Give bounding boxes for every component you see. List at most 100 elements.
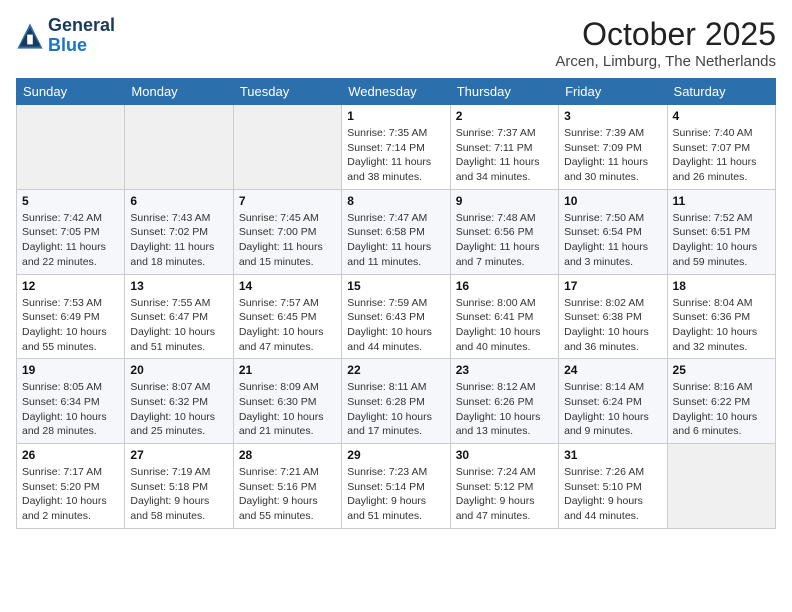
day-info: Sunrise: 8:09 AM Sunset: 6:30 PM Dayligh… [239,380,336,439]
day-info: Sunrise: 7:21 AM Sunset: 5:16 PM Dayligh… [239,465,336,524]
calendar-week-row: 26Sunrise: 7:17 AM Sunset: 5:20 PM Dayli… [17,444,776,529]
calendar-cell: 7 Sunrise: 7:45 AM Sunset: 7:00 PM Daylig… [233,189,341,274]
calendar-cell: 15Sunrise: 7:59 AM Sunset: 6:43 PM Dayli… [342,274,450,359]
location: Arcen, Limburg, The Netherlands [555,53,776,70]
weekday-header: Wednesday [342,79,450,105]
day-info: Sunrise: 7:57 AM Sunset: 6:45 PM Dayligh… [239,296,336,355]
calendar-cell: 27Sunrise: 7:19 AM Sunset: 5:18 PM Dayli… [125,444,233,529]
day-number: 25 [673,363,770,377]
calendar-cell: 8 Sunrise: 7:47 AM Sunset: 6:58 PM Daylig… [342,189,450,274]
calendar-cell [667,444,775,529]
calendar-cell: 13 Sunrise: 7:55 AM Sunset: 6:47 PM Dayli… [125,274,233,359]
day-number: 22 [347,363,444,377]
day-info: Sunrise: 8:07 AM Sunset: 6:32 PM Dayligh… [130,380,227,439]
calendar-week-row: 19 Sunrise: 8:05 AM Sunset: 6:34 PM Dayli… [17,359,776,444]
day-number: 7 [239,194,336,208]
day-number: 5 [22,194,119,208]
calendar-cell: 16 Sunrise: 8:00 AM Sunset: 6:41 PM Dayli… [450,274,558,359]
day-info: Sunrise: 8:11 AM Sunset: 6:28 PM Dayligh… [347,380,444,439]
day-info: Sunrise: 7:40 AM Sunset: 7:07 PM Dayligh… [673,126,770,185]
title-block: October 2025 Arcen, Limburg, The Netherl… [555,16,776,70]
calendar-cell: 23 Sunrise: 8:12 AM Sunset: 6:26 PM Dayli… [450,359,558,444]
day-info: Sunrise: 7:37 AM Sunset: 7:11 PM Dayligh… [456,126,553,185]
calendar-cell: 25Sunrise: 8:16 AM Sunset: 6:22 PM Dayli… [667,359,775,444]
day-number: 8 [347,194,444,208]
calendar-cell: 3 Sunrise: 7:39 AM Sunset: 7:09 PM Daylig… [559,105,667,190]
calendar-cell: 31 Sunrise: 7:26 AM Sunset: 5:10 PM Dayli… [559,444,667,529]
weekday-header: Monday [125,79,233,105]
calendar-cell: 2Sunrise: 7:37 AM Sunset: 7:11 PM Daylig… [450,105,558,190]
calendar-cell [125,105,233,190]
day-info: Sunrise: 8:00 AM Sunset: 6:41 PM Dayligh… [456,296,553,355]
calendar-cell: 10 Sunrise: 7:50 AM Sunset: 6:54 PM Dayli… [559,189,667,274]
calendar-cell: 11 Sunrise: 7:52 AM Sunset: 6:51 PM Dayli… [667,189,775,274]
calendar-cell: 9 Sunrise: 7:48 AM Sunset: 6:56 PM Daylig… [450,189,558,274]
day-info: Sunrise: 7:24 AM Sunset: 5:12 PM Dayligh… [456,465,553,524]
calendar-cell: 21 Sunrise: 8:09 AM Sunset: 6:30 PM Dayli… [233,359,341,444]
logo-line1: General [48,16,115,36]
calendar-cell: 28 Sunrise: 7:21 AM Sunset: 5:16 PM Dayli… [233,444,341,529]
calendar-week-row: 5 Sunrise: 7:42 AM Sunset: 7:05 PM Daylig… [17,189,776,274]
calendar-cell: 29Sunrise: 7:23 AM Sunset: 5:14 PM Dayli… [342,444,450,529]
day-number: 24 [564,363,661,377]
day-info: Sunrise: 7:47 AM Sunset: 6:58 PM Dayligh… [347,211,444,270]
day-number: 16 [456,279,553,293]
calendar-cell: 22 Sunrise: 8:11 AM Sunset: 6:28 PM Dayli… [342,359,450,444]
calendar-cell: 17 Sunrise: 8:02 AM Sunset: 6:38 PM Dayli… [559,274,667,359]
weekday-header: Thursday [450,79,558,105]
weekday-header: Friday [559,79,667,105]
calendar-cell [233,105,341,190]
day-number: 26 [22,448,119,462]
day-number: 14 [239,279,336,293]
day-info: Sunrise: 8:12 AM Sunset: 6:26 PM Dayligh… [456,380,553,439]
weekday-header-row: SundayMondayTuesdayWednesdayThursdayFrid… [17,79,776,105]
day-info: Sunrise: 7:42 AM Sunset: 7:05 PM Dayligh… [22,211,119,270]
weekday-header: Tuesday [233,79,341,105]
day-info: Sunrise: 7:55 AM Sunset: 6:47 PM Dayligh… [130,296,227,355]
day-info: Sunrise: 7:45 AM Sunset: 7:00 PM Dayligh… [239,211,336,270]
calendar-table: SundayMondayTuesdayWednesdayThursdayFrid… [16,78,776,529]
day-info: Sunrise: 8:02 AM Sunset: 6:38 PM Dayligh… [564,296,661,355]
day-info: Sunrise: 7:50 AM Sunset: 6:54 PM Dayligh… [564,211,661,270]
day-info: Sunrise: 7:53 AM Sunset: 6:49 PM Dayligh… [22,296,119,355]
calendar-cell: 24 Sunrise: 8:14 AM Sunset: 6:24 PM Dayli… [559,359,667,444]
month-title: October 2025 [555,16,776,53]
day-info: Sunrise: 7:43 AM Sunset: 7:02 PM Dayligh… [130,211,227,270]
logo-icon [16,22,44,50]
calendar-cell: 20Sunrise: 8:07 AM Sunset: 6:32 PM Dayli… [125,359,233,444]
day-number: 9 [456,194,553,208]
day-info: Sunrise: 8:05 AM Sunset: 6:34 PM Dayligh… [22,380,119,439]
weekday-header: Saturday [667,79,775,105]
day-number: 23 [456,363,553,377]
day-info: Sunrise: 7:39 AM Sunset: 7:09 PM Dayligh… [564,126,661,185]
day-number: 3 [564,109,661,123]
calendar-cell: 1Sunrise: 7:35 AM Sunset: 7:14 PM Daylig… [342,105,450,190]
day-number: 21 [239,363,336,377]
day-info: Sunrise: 7:52 AM Sunset: 6:51 PM Dayligh… [673,211,770,270]
day-info: Sunrise: 7:26 AM Sunset: 5:10 PM Dayligh… [564,465,661,524]
calendar-cell: 4Sunrise: 7:40 AM Sunset: 7:07 PM Daylig… [667,105,775,190]
day-number: 30 [456,448,553,462]
day-number: 12 [22,279,119,293]
calendar-cell: 18Sunrise: 8:04 AM Sunset: 6:36 PM Dayli… [667,274,775,359]
logo-line2: Blue [48,36,115,56]
day-number: 10 [564,194,661,208]
day-info: Sunrise: 7:23 AM Sunset: 5:14 PM Dayligh… [347,465,444,524]
day-number: 15 [347,279,444,293]
weekday-header: Sunday [17,79,125,105]
page-header: General Blue October 2025 Arcen, Limburg… [16,16,776,70]
calendar-cell: 30 Sunrise: 7:24 AM Sunset: 5:12 PM Dayli… [450,444,558,529]
day-number: 28 [239,448,336,462]
day-number: 11 [673,194,770,208]
day-info: Sunrise: 7:19 AM Sunset: 5:18 PM Dayligh… [130,465,227,524]
calendar-cell: 12 Sunrise: 7:53 AM Sunset: 6:49 PM Dayli… [17,274,125,359]
day-info: Sunrise: 7:48 AM Sunset: 6:56 PM Dayligh… [456,211,553,270]
day-number: 17 [564,279,661,293]
day-info: Sunrise: 7:35 AM Sunset: 7:14 PM Dayligh… [347,126,444,185]
day-number: 19 [22,363,119,377]
day-number: 31 [564,448,661,462]
day-number: 13 [130,279,227,293]
calendar-cell: 6Sunrise: 7:43 AM Sunset: 7:02 PM Daylig… [125,189,233,274]
calendar-cell: 14 Sunrise: 7:57 AM Sunset: 6:45 PM Dayli… [233,274,341,359]
day-info: Sunrise: 8:14 AM Sunset: 6:24 PM Dayligh… [564,380,661,439]
